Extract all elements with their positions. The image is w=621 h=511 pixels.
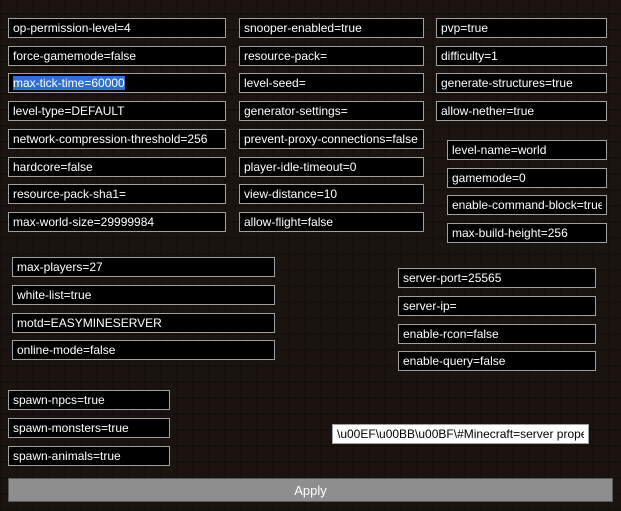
max-players-field[interactable] xyxy=(12,257,275,277)
apply-label: Apply xyxy=(294,483,327,498)
allow-flight-field[interactable] xyxy=(239,212,424,232)
force-gamemode-field[interactable] xyxy=(8,46,226,66)
player-idle-timeout-field[interactable] xyxy=(239,157,424,177)
spawn-monsters-field[interactable] xyxy=(8,418,170,438)
network-compression-threshold-field[interactable] xyxy=(8,129,226,149)
hardcore-field[interactable] xyxy=(8,157,226,177)
pvp-field[interactable] xyxy=(436,18,607,38)
generate-structures-field[interactable] xyxy=(436,73,607,93)
gamemode-field[interactable] xyxy=(447,168,607,188)
enable-command-block-field[interactable] xyxy=(447,195,607,215)
resource-pack-sha1-field[interactable] xyxy=(8,184,226,204)
level-type-field[interactable] xyxy=(8,101,226,121)
level-name-field[interactable] xyxy=(447,140,607,160)
server-ip-field[interactable] xyxy=(398,296,596,316)
snooper-enabled-field[interactable] xyxy=(239,18,424,38)
comment-field[interactable] xyxy=(332,424,589,444)
white-list-field[interactable] xyxy=(12,285,275,305)
level-seed-field[interactable] xyxy=(239,73,424,93)
apply-button[interactable]: Apply xyxy=(8,478,613,502)
motd-field[interactable] xyxy=(12,313,275,333)
spawn-animals-field[interactable] xyxy=(8,446,170,466)
enable-query-field[interactable] xyxy=(398,351,596,371)
difficulty-field[interactable] xyxy=(436,46,607,66)
prevent-proxy-connections-field[interactable] xyxy=(239,129,424,149)
generator-settings-field[interactable] xyxy=(239,101,424,121)
max-build-height-field[interactable] xyxy=(447,223,607,243)
online-mode-field[interactable] xyxy=(12,340,275,360)
op-permission-level-field[interactable] xyxy=(8,18,226,38)
selected-text: max-tick-time=60000 xyxy=(13,76,125,90)
allow-nether-field[interactable] xyxy=(436,101,607,121)
resource-pack-field[interactable] xyxy=(239,46,424,66)
enable-rcon-field[interactable] xyxy=(398,324,596,344)
view-distance-field[interactable] xyxy=(239,184,424,204)
max-world-size-field[interactable] xyxy=(8,212,226,232)
max-tick-time-field[interactable]: max-tick-time=60000 xyxy=(8,73,226,93)
spawn-npcs-field[interactable] xyxy=(8,390,170,410)
server-port-field[interactable] xyxy=(398,268,596,288)
